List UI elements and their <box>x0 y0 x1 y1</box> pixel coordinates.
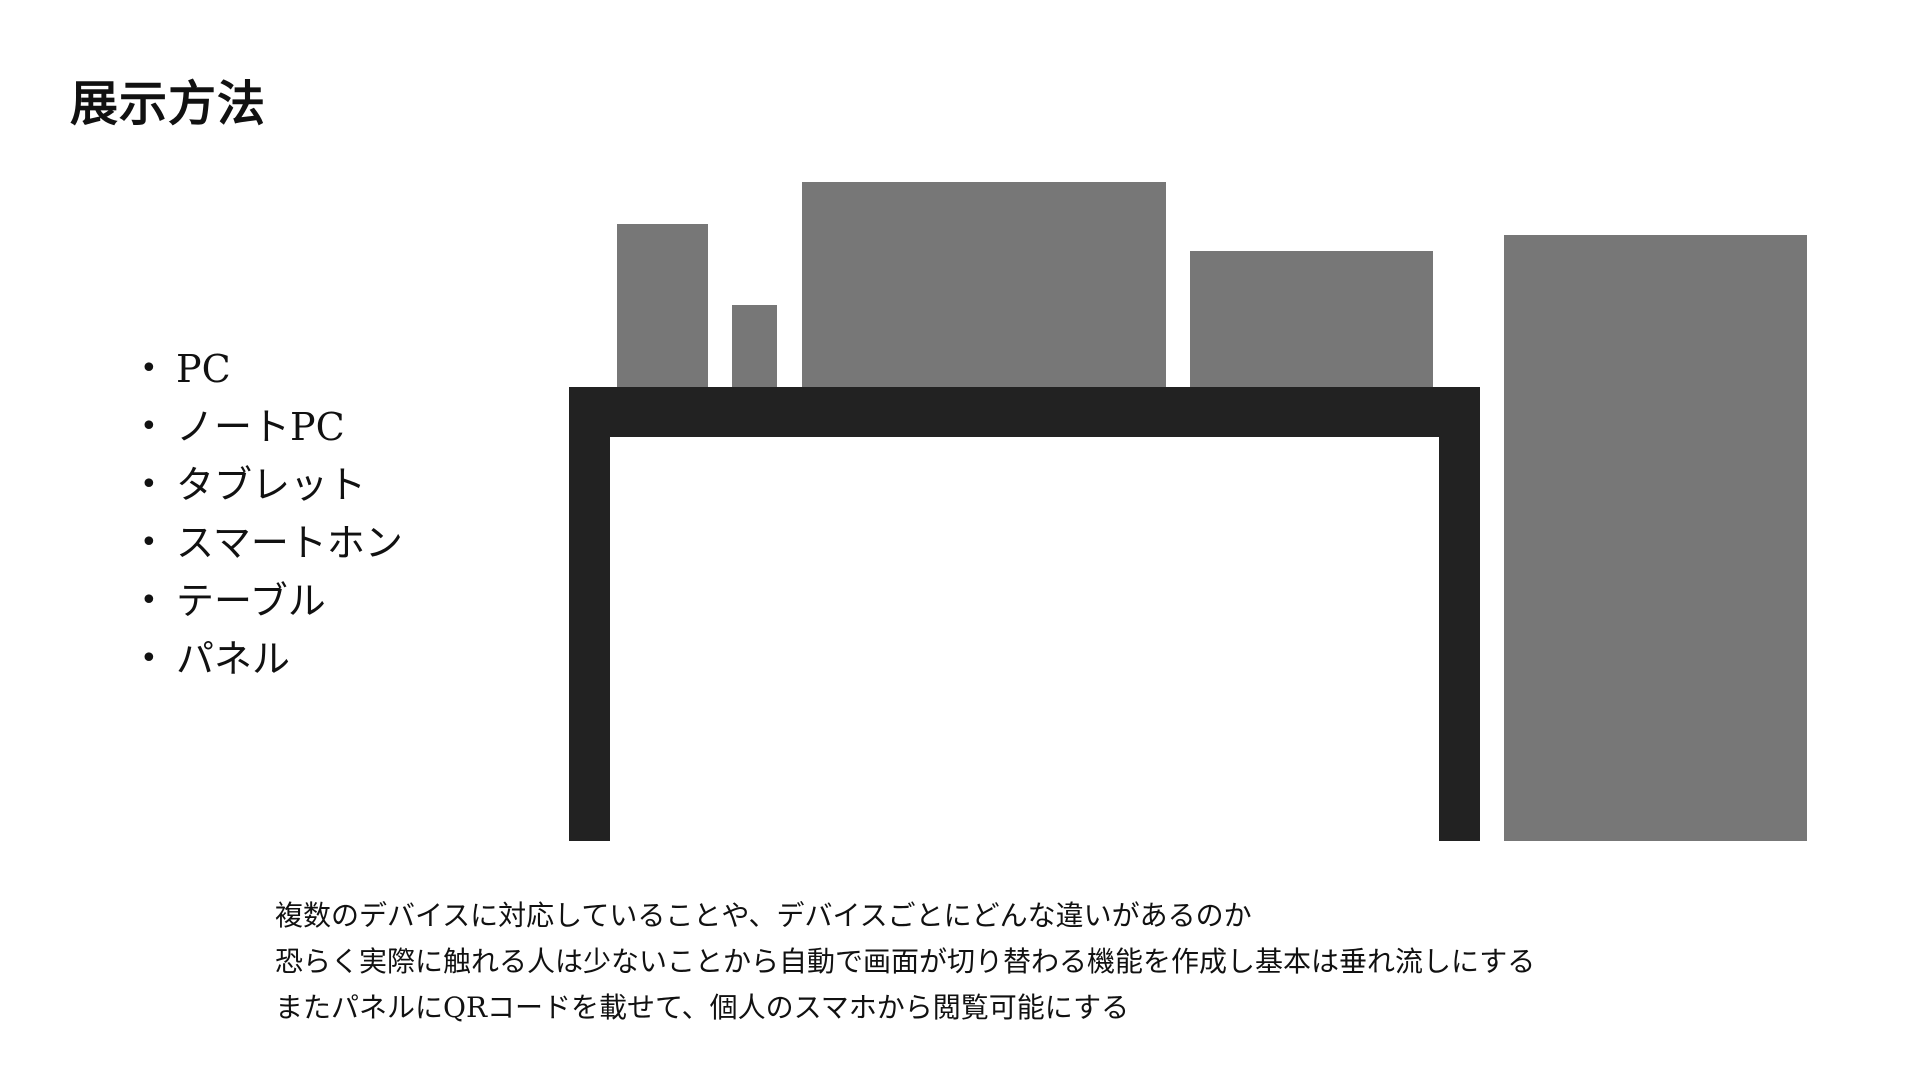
laptop-shape <box>1190 251 1433 387</box>
table-top-shape <box>569 387 1480 437</box>
table-left-leg-shape <box>569 437 610 841</box>
smartphone-shape <box>732 305 777 387</box>
description-line: 複数のデバイスに対応していることや、デバイスごとにどんな違いがあるのか <box>275 899 1252 932</box>
table-right-leg-shape <box>1439 437 1480 841</box>
description-line: 恐らく実際に触れる人は少ないことから自動で画面が切り替わる機能を作成し基本は垂れ… <box>275 945 1536 978</box>
description-line: またパネルにQRコードを載せて、個人のスマホから閲覧可能にする <box>275 991 1130 1024</box>
monitor-shape <box>802 182 1166 387</box>
description: 複数のデバイスに対応していることや、デバイスごとにどんな違いがあるのか 恐らく実… <box>275 893 1535 1031</box>
panel-shape <box>1504 235 1807 841</box>
pc-tower-shape <box>617 224 708 387</box>
